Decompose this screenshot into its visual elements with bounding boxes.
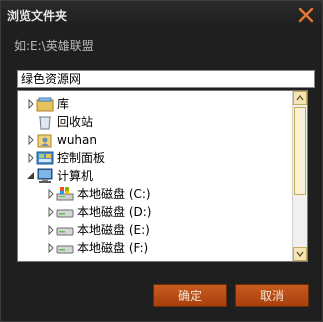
tree-rows: 库 回收站 wuhan 控制面板 计算机 本地磁盘 (C:) 本地磁盘 (D:)…	[18, 91, 292, 261]
tree-item-label: 本地磁盘 (F:)	[77, 241, 149, 255]
tree-item-control-panel[interactable]: 控制面板	[18, 149, 300, 167]
title-bar: 浏览文件夹	[1, 1, 322, 29]
tree-item-drive-c[interactable]: 本地磁盘 (C:)	[18, 185, 307, 203]
folder-name-input[interactable]	[17, 70, 315, 88]
chevron-down-icon	[296, 251, 304, 258]
tree-item-computer[interactable]: 计算机	[18, 167, 300, 185]
tree-item-label: 库	[57, 97, 70, 111]
user-folder-icon	[37, 134, 52, 148]
control-panel-icon	[36, 151, 54, 165]
tree-item-recycle-bin[interactable]: 回收站	[18, 113, 307, 131]
tree-item-drive-e[interactable]: 本地磁盘 (E:)	[18, 221, 307, 239]
tree-item-label: 本地磁盘 (D:)	[77, 205, 152, 219]
tree-item-drive-f[interactable]: 本地磁盘 (F:)	[18, 239, 307, 257]
expand-arrow-icon[interactable]	[26, 153, 36, 163]
drive-icon	[56, 209, 74, 218]
expand-arrow-icon[interactable]	[46, 243, 56, 253]
tree-item-library[interactable]: 库	[18, 95, 300, 113]
tree-item-drive-d[interactable]: 本地磁盘 (D:)	[18, 203, 307, 221]
expand-arrow-icon[interactable]	[46, 207, 56, 217]
tree-item-label: 本地磁盘 (C:)	[77, 187, 151, 201]
browse-folder-dialog: 浏览文件夹 如:E:\英雄联盟 库 回收站	[0, 0, 323, 322]
library-icon	[36, 97, 54, 112]
collapse-arrow-icon[interactable]	[26, 171, 36, 181]
tree-item-label: 计算机	[57, 169, 94, 183]
folder-tree[interactable]: 库 回收站 wuhan 控制面板 计算机 本地磁盘 (C:) 本地磁盘 (D:)…	[17, 90, 308, 262]
ok-button[interactable]: 确定	[153, 284, 227, 307]
scroll-up-button[interactable]	[293, 91, 307, 105]
system-drive-icon	[56, 187, 74, 201]
computer-icon	[37, 168, 53, 183]
expand-arrow-icon[interactable]	[26, 135, 36, 145]
close-icon[interactable]	[296, 5, 316, 25]
path-hint: 如:E:\英雄联盟	[14, 39, 94, 53]
tree-scrollbar[interactable]	[292, 91, 307, 261]
recycle-bin-icon	[39, 116, 51, 130]
drive-icon	[56, 227, 74, 236]
tree-item-label: wuhan	[57, 133, 97, 147]
scroll-down-button[interactable]	[293, 247, 307, 261]
scroll-thumb[interactable]	[294, 107, 306, 195]
tree-item-label: 本地磁盘 (E:)	[77, 223, 150, 237]
drive-icon	[56, 245, 74, 254]
dialog-title: 浏览文件夹	[7, 9, 68, 23]
expand-arrow-icon[interactable]	[26, 99, 36, 109]
expand-arrow-icon[interactable]	[46, 189, 56, 199]
tree-item-label: 回收站	[57, 115, 94, 129]
tree-item-wuhan[interactable]: wuhan	[18, 131, 300, 149]
expand-arrow-icon[interactable]	[46, 225, 56, 235]
cancel-button[interactable]: 取消	[235, 284, 309, 307]
chevron-up-icon	[296, 94, 304, 101]
tree-item-label: 控制面板	[57, 151, 106, 165]
